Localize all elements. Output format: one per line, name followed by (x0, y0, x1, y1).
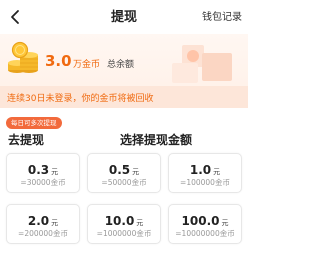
withdraw-heading: 去提现 (8, 133, 45, 147)
option-unit: 元 (51, 168, 59, 176)
option-amount: 2.0 (27, 214, 50, 228)
wallet-record-link[interactable]: 钱包记录 (202, 8, 242, 23)
option-unit: 元 (51, 219, 59, 227)
option-amount: 100.0 (181, 214, 220, 228)
option-amount: 0.3 (27, 163, 50, 177)
balance-unit: 万金币 (73, 60, 101, 70)
top-bar: 提现 钱包记录 (0, 0, 248, 34)
balance-amount: 3.0 (45, 52, 72, 70)
notice-banner: 连续30日未登录，你的金币将被回收 (0, 86, 248, 108)
option-coins: =30000金币 (20, 178, 66, 187)
option-amount: 1.0 (189, 163, 212, 177)
select-amount-heading: 选择提现金额 (120, 133, 193, 147)
daily-multiple-badge: 每日可多次提现 (6, 117, 62, 129)
decorative-boxes-icon (172, 45, 232, 83)
withdraw-option-card[interactable]: 100.0 元 =10000000金币 (168, 204, 242, 244)
option-unit: 元 (221, 219, 229, 227)
option-amount: 10.0 (104, 214, 135, 228)
option-coins: =200000金币 (18, 229, 68, 238)
withdraw-option-card[interactable]: 0.3 元 =30000金币 (6, 153, 80, 193)
withdraw-option-card[interactable]: 0.5 元 =50000金币 (87, 153, 161, 193)
option-unit: 元 (136, 219, 144, 227)
balance-card: 3.0 万金币 总余额 (0, 34, 248, 86)
option-coins: =1000000金币 (96, 229, 152, 238)
option-unit: 元 (132, 168, 140, 176)
option-amount: 0.5 (108, 163, 131, 177)
option-coins: =10000000金币 (175, 229, 235, 238)
withdraw-option-card[interactable]: 10.0 元 =1000000金币 (87, 204, 161, 244)
coin-stack-icon (8, 41, 38, 73)
option-coins: =100000金币 (180, 178, 230, 187)
withdraw-option-card[interactable]: 1.0 元 =100000金币 (168, 153, 242, 193)
option-unit: 元 (213, 168, 221, 176)
option-coins: =50000金币 (101, 178, 147, 187)
balance-label: 总余额 (107, 60, 135, 70)
withdraw-option-card[interactable]: 2.0 元 =200000金币 (6, 204, 80, 244)
notice-text: 连续30日未登录，你的金币将被回收 (7, 94, 154, 104)
